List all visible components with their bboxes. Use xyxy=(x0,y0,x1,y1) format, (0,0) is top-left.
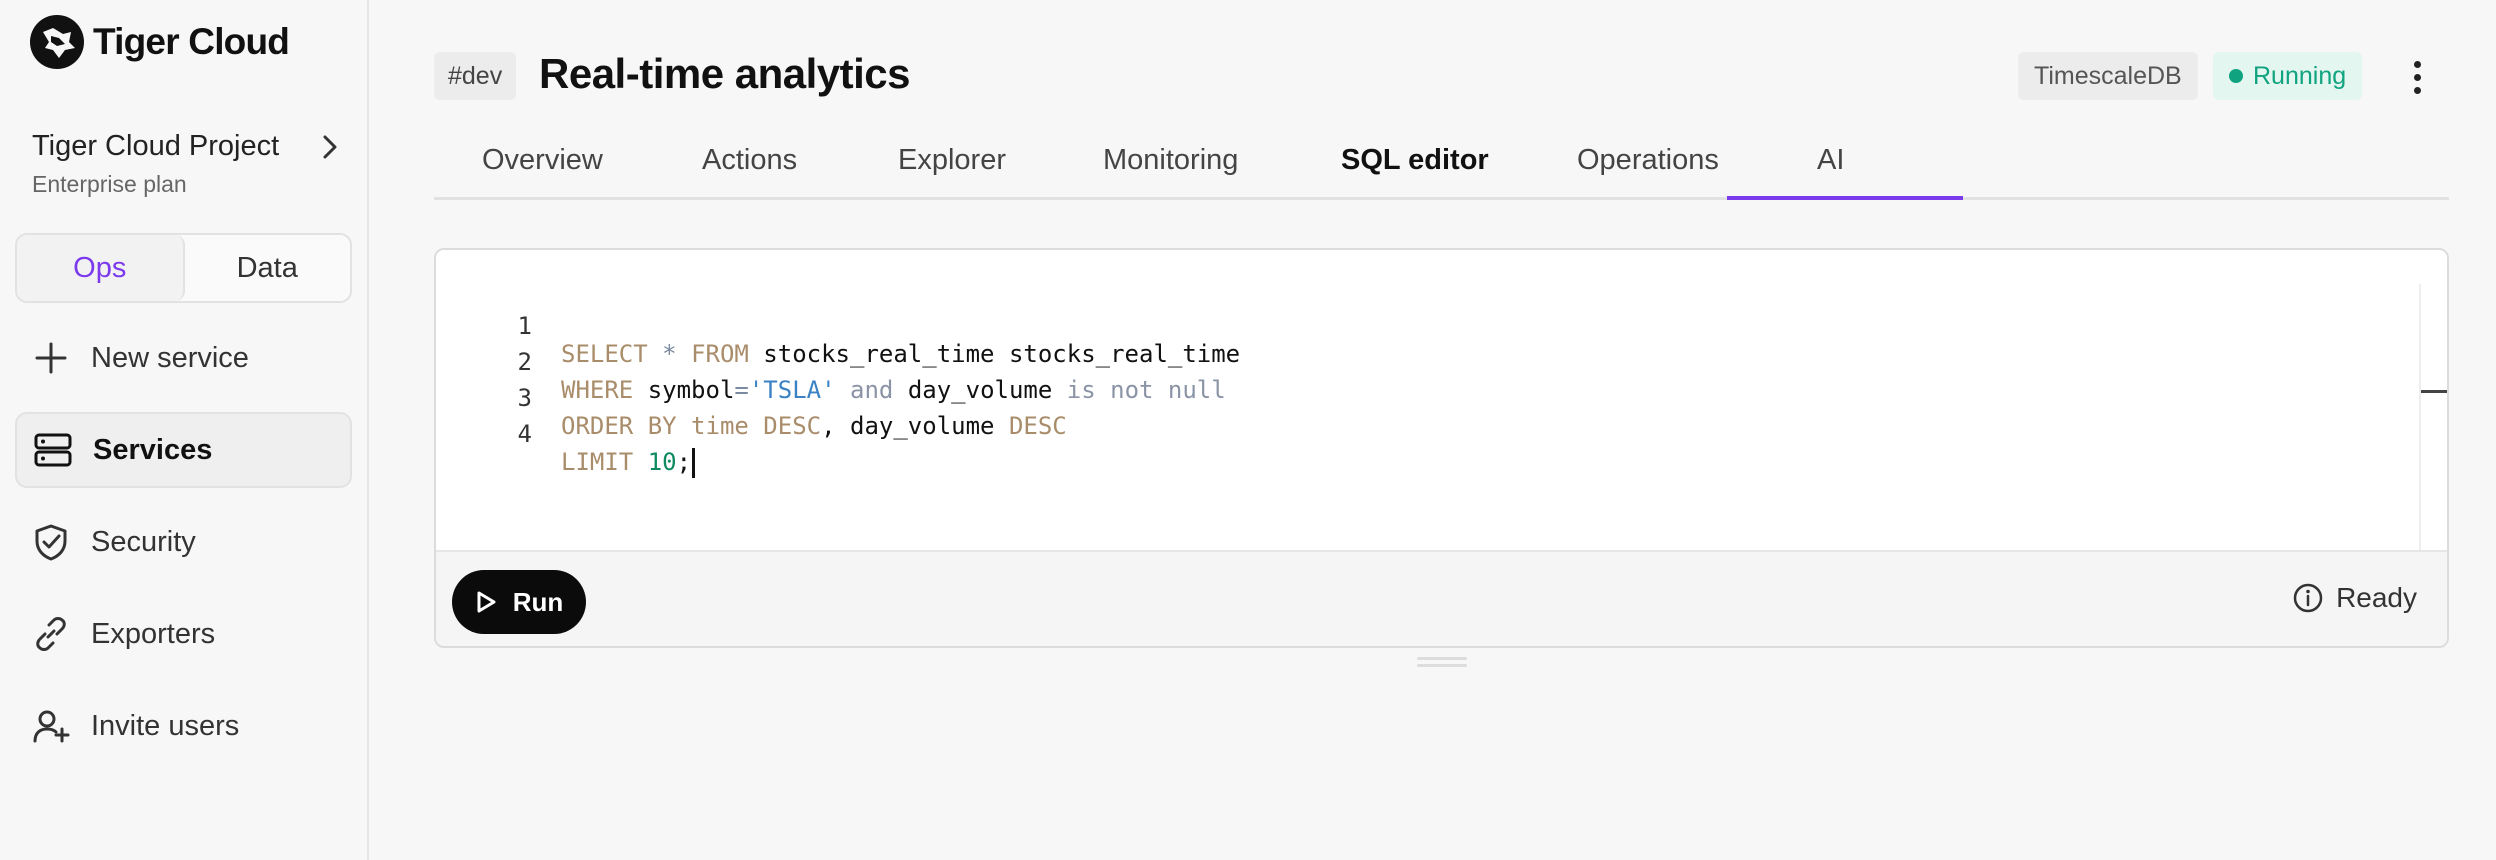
code-text: WHERE symbol='TSLA' and day_volume is no… xyxy=(561,376,1226,404)
tab-operations[interactable]: Operations xyxy=(1577,144,1719,200)
status-label: Running xyxy=(2253,61,2347,90)
editor-footer: Run Ready xyxy=(436,550,2447,646)
sidebar-item-new-service[interactable]: New service xyxy=(15,320,352,396)
sidebar-item-label: Services xyxy=(93,433,213,466)
code-input[interactable]: 1 SELECT * FROM stocks_real_time stocks_… xyxy=(436,250,2447,550)
toggle-ops[interactable]: Ops xyxy=(17,235,185,301)
service-tabs: Overview Actions Explorer Monitoring SQL… xyxy=(434,136,2449,200)
text-cursor xyxy=(692,448,696,478)
status-text: Ready xyxy=(2336,582,2417,613)
server-icon xyxy=(33,430,73,470)
brand-name: Tiger Cloud xyxy=(93,21,290,62)
project-switcher[interactable]: Tiger Cloud Project Enterprise plan xyxy=(32,130,342,198)
sidebar-item-invite-users[interactable]: Invite users xyxy=(15,688,352,764)
tab-ai[interactable]: AI xyxy=(1817,144,1844,200)
run-label: Run xyxy=(512,586,564,617)
project-name: Tiger Cloud Project xyxy=(32,130,280,162)
code-line: 3 ORDER BY time DESC, day_volume DESC xyxy=(436,356,1067,440)
more-options-icon[interactable] xyxy=(2402,56,2432,98)
environment-tag: #dev xyxy=(434,52,517,100)
logo[interactable]: Tiger Cloud xyxy=(29,14,290,70)
tab-monitoring[interactable]: Monitoring xyxy=(1103,144,1238,200)
code-text: ORDER BY time DESC, day_volume DESC xyxy=(561,412,1067,440)
sidebar: Tiger Cloud Tiger Cloud Project Enterpri… xyxy=(0,0,369,860)
chevron-right-icon xyxy=(323,135,337,158)
mode-toggle: Ops Data xyxy=(15,233,352,303)
run-button[interactable]: Run xyxy=(452,570,586,634)
status-dot-icon xyxy=(2229,69,2243,83)
page-title: Real-time analytics xyxy=(539,50,911,97)
editor-resize-handle[interactable] xyxy=(1417,657,1467,669)
sidebar-item-label: Security xyxy=(91,525,196,558)
user-plus-icon xyxy=(31,706,71,746)
tab-sql-editor[interactable]: SQL editor xyxy=(1341,144,1489,200)
plus-icon xyxy=(31,338,71,378)
line-number: 4 xyxy=(517,420,532,448)
code-text: SELECT * FROM stocks_real_time stocks_re… xyxy=(561,340,1241,368)
project-plan: Enterprise plan xyxy=(32,171,187,197)
tab-overview[interactable]: Overview xyxy=(482,144,603,200)
sidebar-item-label: Invite users xyxy=(91,709,240,742)
sidebar-item-label: New service xyxy=(91,341,249,374)
editor-status: Ready xyxy=(2292,582,2417,614)
db-type-badge: TimescaleDB xyxy=(2018,52,2198,100)
sidebar-item-exporters[interactable]: Exporters xyxy=(15,596,352,672)
status-badge: Running xyxy=(2213,52,2363,100)
shield-check-icon xyxy=(31,522,71,562)
active-tab-indicator xyxy=(1727,196,1963,200)
code-text: LIMIT 10; xyxy=(561,448,696,478)
code-line: 4 LIMIT 10; xyxy=(436,392,696,478)
tab-actions[interactable]: Actions xyxy=(702,144,797,200)
sidebar-item-services[interactable]: Services xyxy=(15,412,352,488)
toggle-data[interactable]: Data xyxy=(185,235,351,301)
code-line: 2 WHERE symbol='TSLA' and day_volume is … xyxy=(436,320,1226,404)
editor-scrollbar[interactable] xyxy=(2419,284,2447,550)
sidebar-item-label: Exporters xyxy=(91,617,216,650)
tiger-logo-icon xyxy=(30,15,84,69)
link-icon xyxy=(31,614,71,654)
scroll-marker xyxy=(2421,390,2447,393)
sql-editor: 1 SELECT * FROM stocks_real_time stocks_… xyxy=(434,248,2449,648)
code-line: 1 SELECT * FROM stocks_real_time stocks_… xyxy=(436,284,1241,368)
play-icon xyxy=(477,591,496,613)
info-icon xyxy=(2293,583,2323,613)
sidebar-item-security[interactable]: Security xyxy=(15,504,352,580)
tab-explorer[interactable]: Explorer xyxy=(898,144,1006,200)
